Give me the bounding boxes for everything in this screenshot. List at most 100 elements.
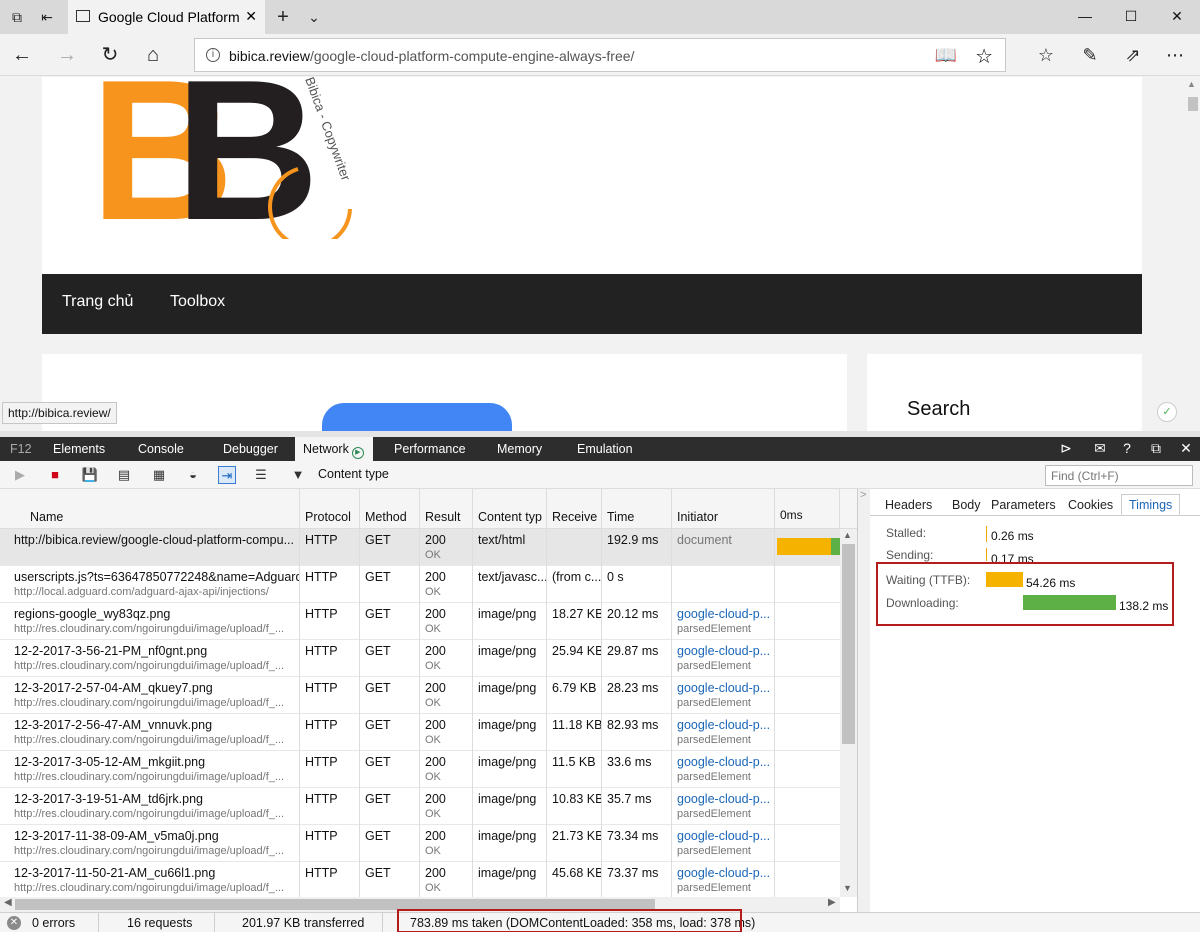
- table-row[interactable]: 12-3-2017-3-19-51-AM_td6jrk.png http://re…: [0, 788, 840, 825]
- tab-network[interactable]: Network ▶: [295, 437, 373, 461]
- scroll-up-arrow-icon[interactable]: ▲: [843, 530, 852, 540]
- tab-preview-chevron-icon[interactable]: ⌄: [305, 8, 323, 26]
- details-tab-body[interactable]: Body: [945, 495, 988, 516]
- refresh-icon[interactable]: ↻: [97, 42, 123, 68]
- col-result[interactable]: Result: [420, 489, 473, 529]
- details-tab-timings[interactable]: Timings: [1121, 494, 1181, 515]
- export-har-icon[interactable]: 💾: [81, 466, 99, 484]
- tab-debugger[interactable]: Debugger: [215, 437, 286, 461]
- tab-console[interactable]: Console: [130, 437, 192, 461]
- col-timeline[interactable]: 0ms: [775, 489, 840, 529]
- site-menu: Trang chủ Toolbox: [42, 274, 1142, 334]
- table-row[interactable]: userscripts.js?ts=63647850772248&name=Ad…: [0, 566, 840, 603]
- filter-icon[interactable]: ▼: [289, 466, 307, 484]
- import-har-icon[interactable]: ▤: [115, 466, 133, 484]
- site-info-icon[interactable]: i: [206, 48, 220, 62]
- menu-home-link[interactable]: Trang chủ: [62, 293, 133, 311]
- scroll-down-arrow-icon[interactable]: ▼: [843, 883, 852, 893]
- more-menu-icon[interactable]: ⋯: [1162, 42, 1188, 68]
- col-name[interactable]: Name: [0, 489, 300, 529]
- table-row[interactable]: regions-google_wy83qz.png http://res.clou…: [0, 603, 840, 640]
- tab-performance[interactable]: Performance: [386, 437, 474, 461]
- tab-emulation[interactable]: Emulation: [569, 437, 641, 461]
- browser-tab[interactable]: Google Cloud Platform ✕: [68, 0, 265, 34]
- table-vertical-scrollbar[interactable]: ▲ ▼: [840, 529, 857, 897]
- forward-arrow-icon[interactable]: →: [54, 42, 80, 68]
- page-scrollbar[interactable]: ▲: [1184, 77, 1200, 431]
- set-aside-tabs-icon[interactable]: ⇤: [38, 8, 56, 26]
- table-scroll-thumb[interactable]: [842, 544, 855, 744]
- menu-toolbox-link[interactable]: Toolbox: [170, 293, 225, 311]
- cell-initiator-text[interactable]: google-cloud-p...: [677, 755, 770, 769]
- col-content-type[interactable]: Content typ: [473, 489, 547, 529]
- scroll-right-arrow-icon[interactable]: ▶: [828, 897, 836, 908]
- clear-cache-icon[interactable]: ☰: [252, 466, 270, 484]
- stop-profiling-icon[interactable]: ■: [46, 466, 64, 484]
- cell-content-type-text: image/png: [478, 829, 537, 843]
- col-time[interactable]: Time: [602, 489, 672, 529]
- col-initiator[interactable]: Initiator: [672, 489, 775, 529]
- page-scroll-thumb[interactable]: [1188, 97, 1198, 111]
- table-row[interactable]: 12-3-2017-2-56-47-AM_vnnuvk.png http://re…: [0, 714, 840, 751]
- col-method[interactable]: Method: [360, 489, 420, 529]
- cell-initiator-text[interactable]: google-cloud-p...: [677, 607, 770, 621]
- tab-memory[interactable]: Memory: [489, 437, 550, 461]
- table-row[interactable]: 12-3-2017-11-50-21-AM_cu66l1.png http://r…: [0, 862, 840, 899]
- clear-entries-icon[interactable]: ▦: [150, 466, 168, 484]
- clear-on-navigate-icon[interactable]: ⇥: [218, 466, 236, 484]
- reading-view-icon[interactable]: 📖: [935, 45, 957, 66]
- help-icon[interactable]: ?: [1118, 440, 1136, 456]
- close-window-button[interactable]: ✕: [1154, 0, 1200, 32]
- start-profiling-icon[interactable]: ▶: [11, 466, 29, 484]
- content-type-filter[interactable]: Content type: [318, 467, 389, 481]
- scroll-up-arrow-icon[interactable]: ▲: [1187, 79, 1196, 89]
- cell-receive: 18.27 KB: [547, 603, 602, 640]
- table-row[interactable]: 12-3-2017-3-05-12-AM_mkgiit.png http://re…: [0, 751, 840, 788]
- table-row[interactable]: http://bibica.review/google-cloud-platfo…: [0, 529, 840, 566]
- table-row[interactable]: 12-3-2017-11-38-09-AM_v5ma0j.png http://r…: [0, 825, 840, 862]
- cell-initiator-text[interactable]: google-cloud-p...: [677, 866, 770, 880]
- tab-manager-icon[interactable]: ⧉: [8, 8, 26, 26]
- cell-waterfall: [775, 788, 840, 825]
- scroll-left-arrow-icon[interactable]: ◀: [4, 897, 12, 908]
- tab-elements[interactable]: Elements: [45, 437, 113, 461]
- cell-initiator-text[interactable]: google-cloud-p...: [677, 644, 770, 658]
- find-input[interactable]: [1045, 465, 1193, 486]
- minimize-button[interactable]: —: [1062, 0, 1108, 32]
- close-devtools-icon[interactable]: ✕: [1177, 440, 1195, 457]
- details-tab-parameters[interactable]: Parameters: [984, 495, 1063, 516]
- cell-method-text: GET: [365, 755, 391, 769]
- details-tab-cookies[interactable]: Cookies: [1061, 495, 1120, 516]
- feedback-icon[interactable]: ✉: [1091, 440, 1109, 457]
- maximize-button[interactable]: ☐: [1108, 0, 1154, 32]
- cell-initiator-text[interactable]: google-cloud-p...: [677, 792, 770, 806]
- share-icon[interactable]: ⇗: [1120, 42, 1146, 68]
- adguard-shield-icon[interactable]: ✓: [1157, 402, 1177, 422]
- col-protocol[interactable]: Protocol: [300, 489, 360, 529]
- recording-icon: ▶: [351, 447, 364, 459]
- cell-initiator-text[interactable]: google-cloud-p...: [677, 718, 770, 732]
- back-arrow-icon[interactable]: ←: [9, 42, 35, 68]
- home-icon[interactable]: ⌂: [140, 42, 166, 68]
- favorites-hub-icon[interactable]: ☆: [1033, 42, 1059, 68]
- table-row[interactable]: 12-3-2017-2-57-04-AM_qkuey7.png http://re…: [0, 677, 840, 714]
- col-receive[interactable]: Receive: [547, 489, 602, 529]
- new-tab-icon[interactable]: +: [274, 7, 292, 27]
- collapse-details-handle[interactable]: >: [858, 489, 870, 912]
- close-tab-icon[interactable]: ✕: [245, 8, 257, 25]
- web-note-icon[interactable]: ✎: [1077, 42, 1103, 68]
- cell-initiator-text[interactable]: google-cloud-p...: [677, 681, 770, 695]
- console-toggle-icon[interactable]: ⊳: [1057, 440, 1075, 457]
- site-logo[interactable]: B B Bibica - Copywriter: [90, 77, 370, 239]
- favorite-star-icon[interactable]: ☆: [975, 44, 993, 69]
- cell-content-type-text: text/html: [478, 533, 526, 547]
- address-url[interactable]: bibica.review/google-cloud-platform-comp…: [229, 48, 634, 64]
- load-time-highlight-box: [397, 909, 742, 932]
- cell-receive: 6.79 KB: [547, 677, 602, 714]
- cell-initiator-text[interactable]: google-cloud-p...: [677, 829, 770, 843]
- undock-icon[interactable]: ⧉: [1147, 440, 1165, 457]
- address-bar[interactable]: i bibica.review/google-cloud-platform-co…: [194, 38, 1006, 72]
- table-row[interactable]: 12-2-2017-3-56-21-PM_nf0gnt.png http://re…: [0, 640, 840, 677]
- clear-cookies-icon[interactable]: ◒: [184, 466, 202, 484]
- details-tab-headers[interactable]: Headers: [878, 495, 939, 516]
